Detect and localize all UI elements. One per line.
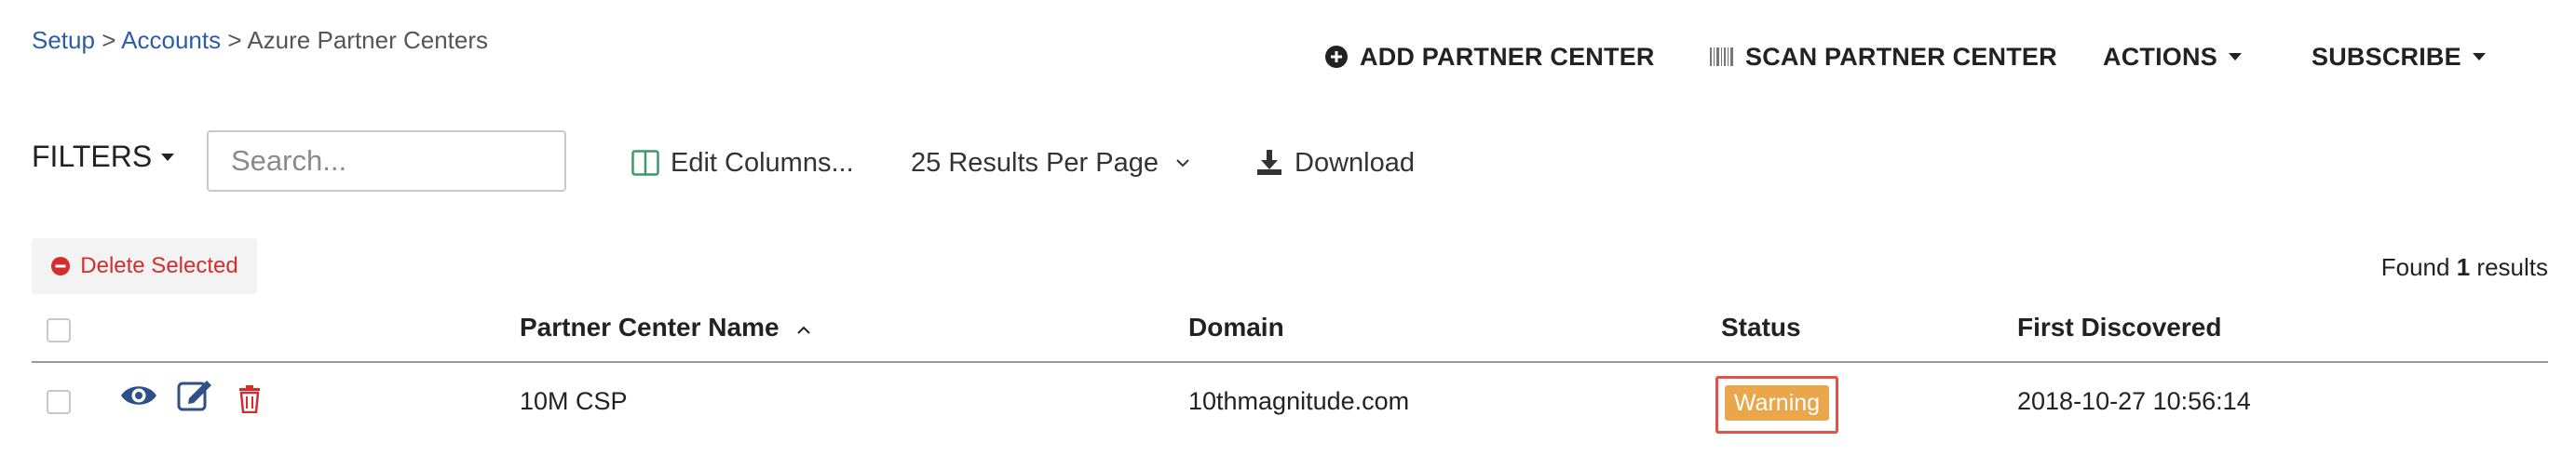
scan-partner-center-button[interactable]: SCAN PARTNER CENTER bbox=[1710, 39, 2057, 74]
delete-selected-button[interactable]: Delete Selected bbox=[32, 238, 257, 294]
column-header-status[interactable]: Status bbox=[1721, 313, 1801, 342]
column-header-label: First Discovered bbox=[2017, 313, 2222, 342]
breadcrumb-separator: > bbox=[227, 26, 242, 54]
filters-dropdown[interactable]: FILTERS bbox=[32, 140, 175, 174]
row-first-discovered-cell: 2018-10-27 10:56:14 bbox=[2017, 387, 2251, 415]
download-button[interactable]: Download bbox=[1255, 143, 1415, 182]
column-header-label: Status bbox=[1721, 313, 1801, 342]
caret-down-icon bbox=[2228, 53, 2242, 60]
subscribe-dropdown[interactable]: SUBSCRIBE bbox=[2312, 39, 2486, 74]
caret-down-icon bbox=[2472, 53, 2486, 60]
row-name-cell: 10M CSP bbox=[520, 387, 628, 415]
actions-dropdown[interactable]: ACTIONS bbox=[2103, 39, 2242, 74]
edit-columns-label: Edit Columns... bbox=[671, 147, 854, 178]
minus-circle-icon bbox=[50, 256, 71, 276]
select-all-checkbox[interactable] bbox=[47, 318, 71, 342]
actions-label: ACTIONS bbox=[2103, 42, 2217, 71]
download-icon bbox=[1255, 149, 1283, 177]
search-input[interactable] bbox=[207, 130, 566, 192]
column-header-first-discovered[interactable]: First Discovered bbox=[2017, 313, 2221, 342]
column-header-label: Partner Center Name bbox=[520, 313, 780, 342]
column-header-label: Domain bbox=[1188, 313, 1284, 342]
filters-label: FILTERS bbox=[32, 140, 153, 173]
results-per-page-dropdown[interactable]: 25 Results Per Page bbox=[911, 143, 1190, 182]
breadcrumb-accounts[interactable]: Accounts bbox=[121, 26, 221, 54]
results-number: 1 bbox=[2456, 253, 2471, 281]
results-prefix: Found bbox=[2380, 253, 2450, 281]
edit-columns-button[interactable]: Edit Columns... bbox=[631, 143, 854, 182]
column-header-domain[interactable]: Domain bbox=[1188, 313, 1284, 342]
add-partner-center-label: ADD PARTNER CENTER bbox=[1360, 42, 1655, 71]
barcode-icon bbox=[1710, 46, 1734, 68]
results-count: Found 1 results bbox=[2381, 253, 2548, 282]
breadcrumb: Setup > Accounts > Azure Partner Centers bbox=[32, 26, 488, 55]
row-domain-cell: 10thmagnitude.com bbox=[1188, 387, 1410, 415]
column-header-name[interactable]: Partner Center Name bbox=[520, 313, 811, 342]
delete-selected-label: Delete Selected bbox=[80, 253, 238, 278]
caret-down-icon bbox=[161, 153, 175, 161]
download-label: Download bbox=[1295, 147, 1415, 178]
edit-icon[interactable] bbox=[177, 378, 214, 411]
breadcrumb-separator: > bbox=[102, 26, 116, 54]
status-badge: Warning bbox=[1725, 385, 1829, 421]
row-checkbox[interactable] bbox=[47, 390, 71, 414]
trash-icon[interactable] bbox=[238, 385, 261, 413]
table-header-divider bbox=[32, 361, 2548, 363]
add-partner-center-button[interactable]: ADD PARTNER CENTER bbox=[1324, 39, 1655, 74]
breadcrumb-current: Azure Partner Centers bbox=[247, 26, 489, 54]
columns-icon bbox=[631, 150, 659, 176]
sort-up-icon bbox=[796, 313, 811, 342]
results-suffix: results bbox=[2476, 253, 2548, 281]
scan-partner-center-label: SCAN PARTNER CENTER bbox=[1745, 42, 2057, 71]
eye-icon[interactable] bbox=[119, 382, 158, 409]
breadcrumb-setup[interactable]: Setup bbox=[32, 26, 95, 54]
plus-circle-icon bbox=[1324, 45, 1349, 69]
chevron-down-icon bbox=[1175, 157, 1190, 168]
subscribe-label: SUBSCRIBE bbox=[2312, 42, 2461, 71]
results-per-page-label: 25 Results Per Page bbox=[911, 147, 1159, 178]
